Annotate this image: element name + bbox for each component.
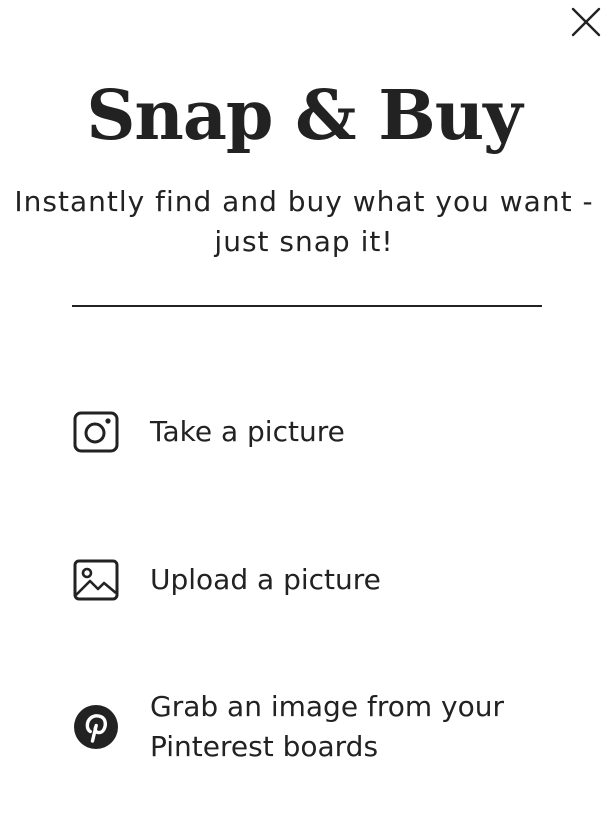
page-title: Snap & Buy bbox=[86, 76, 522, 156]
upload-picture-option[interactable]: Upload a picture bbox=[72, 556, 552, 604]
camera-icon bbox=[72, 408, 120, 456]
page-subtitle: Instantly find and buy what you want - j… bbox=[14, 185, 594, 258]
close-icon bbox=[571, 7, 601, 37]
pinterest-option[interactable]: Grab an image from your Pinterest boards bbox=[72, 687, 552, 767]
take-picture-label: Take a picture bbox=[150, 415, 345, 448]
upload-picture-label: Upload a picture bbox=[150, 563, 381, 596]
divider bbox=[72, 305, 542, 307]
close-button[interactable] bbox=[568, 4, 604, 40]
image-icon bbox=[72, 556, 120, 604]
pinterest-icon bbox=[72, 703, 120, 751]
pinterest-label: Grab an image from your Pinterest boards bbox=[150, 690, 504, 763]
take-picture-option[interactable]: Take a picture bbox=[72, 408, 552, 456]
